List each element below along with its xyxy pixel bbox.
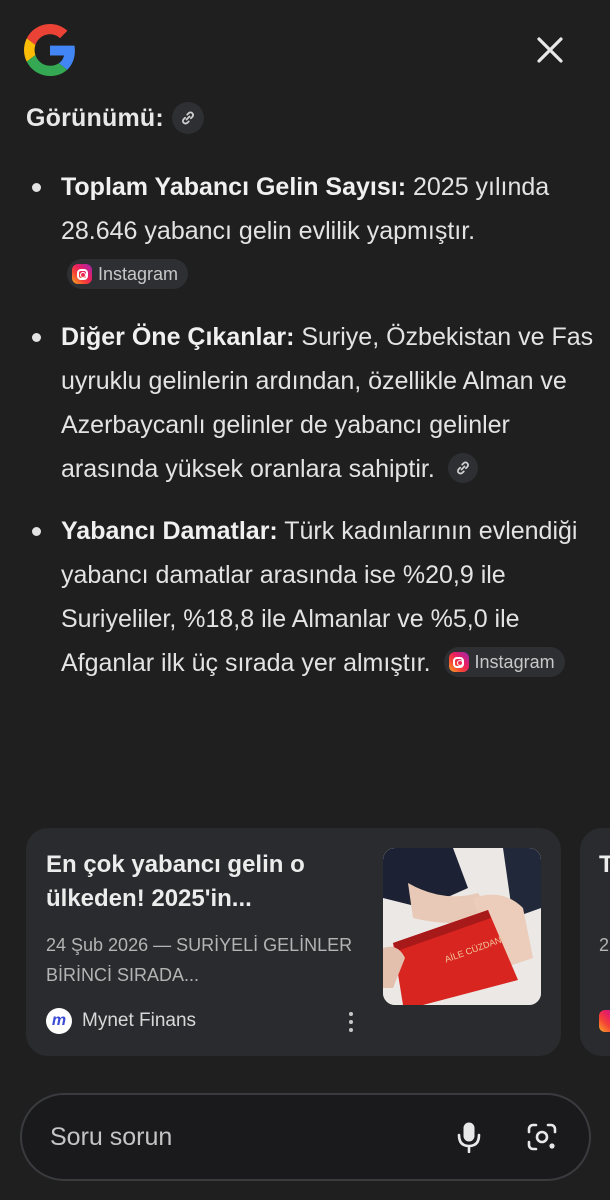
instagram-icon bbox=[599, 1010, 610, 1032]
section-title: Görünümü: bbox=[26, 103, 164, 132]
source-chip-label: Instagram bbox=[474, 652, 555, 673]
lens-icon bbox=[527, 1123, 557, 1151]
instagram-icon bbox=[448, 652, 469, 673]
bullet-term: Toplam Yabancı Gelin Sayısı: bbox=[61, 173, 407, 201]
source-chip-label: Instagram bbox=[98, 264, 179, 285]
source-link-button[interactable] bbox=[447, 453, 478, 484]
close-button[interactable] bbox=[526, 26, 574, 74]
mynet-logo-icon: m bbox=[46, 1008, 72, 1034]
card-thumbnail: AİLE CÜZDANI bbox=[383, 848, 541, 1005]
card-source-name: Mynet Finans bbox=[82, 1010, 197, 1031]
thumbnail-image: AİLE CÜZDANI bbox=[383, 848, 541, 1005]
link-icon bbox=[181, 111, 194, 125]
instagram-icon bbox=[72, 264, 92, 285]
bullet-item: Diğer Öne Çıkanlar: Suriye, Özbekistan v… bbox=[26, 315, 596, 491]
bullet-term: Diğer Öne Çıkanlar: bbox=[61, 323, 295, 351]
more-vert-icon bbox=[349, 1012, 353, 1016]
card-snippet: 2 s bbox=[599, 935, 610, 955]
more-options-button[interactable] bbox=[342, 1010, 360, 1034]
header bbox=[0, 0, 610, 100]
google-logo-icon[interactable] bbox=[24, 24, 76, 76]
card-source: m Mynet Finans bbox=[46, 1008, 196, 1034]
voice-search-button[interactable] bbox=[447, 1115, 491, 1159]
card-snippet: 24 Şub 2026 — SURİYELİ GELİNLER BİRİNCİ … bbox=[46, 935, 353, 985]
card-title: T b bbox=[599, 851, 610, 878]
bullet-item: Toplam Yabancı Gelin Sayısı: 2025 yılınd… bbox=[26, 165, 596, 297]
card-title: En çok yabancı gelin o ülkeden! 2025'in.… bbox=[46, 851, 305, 912]
ask-bar bbox=[20, 1093, 591, 1181]
section-heading: Görünümü: bbox=[26, 102, 204, 134]
bullet-term: Yabancı Damatlar: bbox=[61, 517, 278, 545]
ask-input[interactable] bbox=[50, 1117, 430, 1157]
mic-icon bbox=[457, 1122, 481, 1153]
link-icon bbox=[456, 461, 469, 475]
answer-bullet-list: Toplam Yabancı Gelin Sayısı: 2025 yılınd… bbox=[26, 165, 596, 685]
ai-mode-screen: Görünümü: Toplam Yabancı Gelin Sayısı: 2… bbox=[0, 0, 610, 1200]
source-chip-instagram[interactable]: Instagram bbox=[67, 259, 189, 290]
heading-link-button[interactable] bbox=[171, 102, 204, 134]
lens-search-button[interactable] bbox=[520, 1115, 564, 1159]
source-chip-instagram[interactable]: Instagram bbox=[443, 647, 565, 678]
bullet-item: Yabancı Damatlar: Türk kadınlarının evle… bbox=[26, 509, 596, 685]
source-card-peek[interactable]: T b 2 s bbox=[580, 828, 610, 1056]
close-icon bbox=[537, 37, 563, 63]
source-card[interactable]: En çok yabancı gelin o ülkeden! 2025'in.… bbox=[26, 828, 561, 1056]
